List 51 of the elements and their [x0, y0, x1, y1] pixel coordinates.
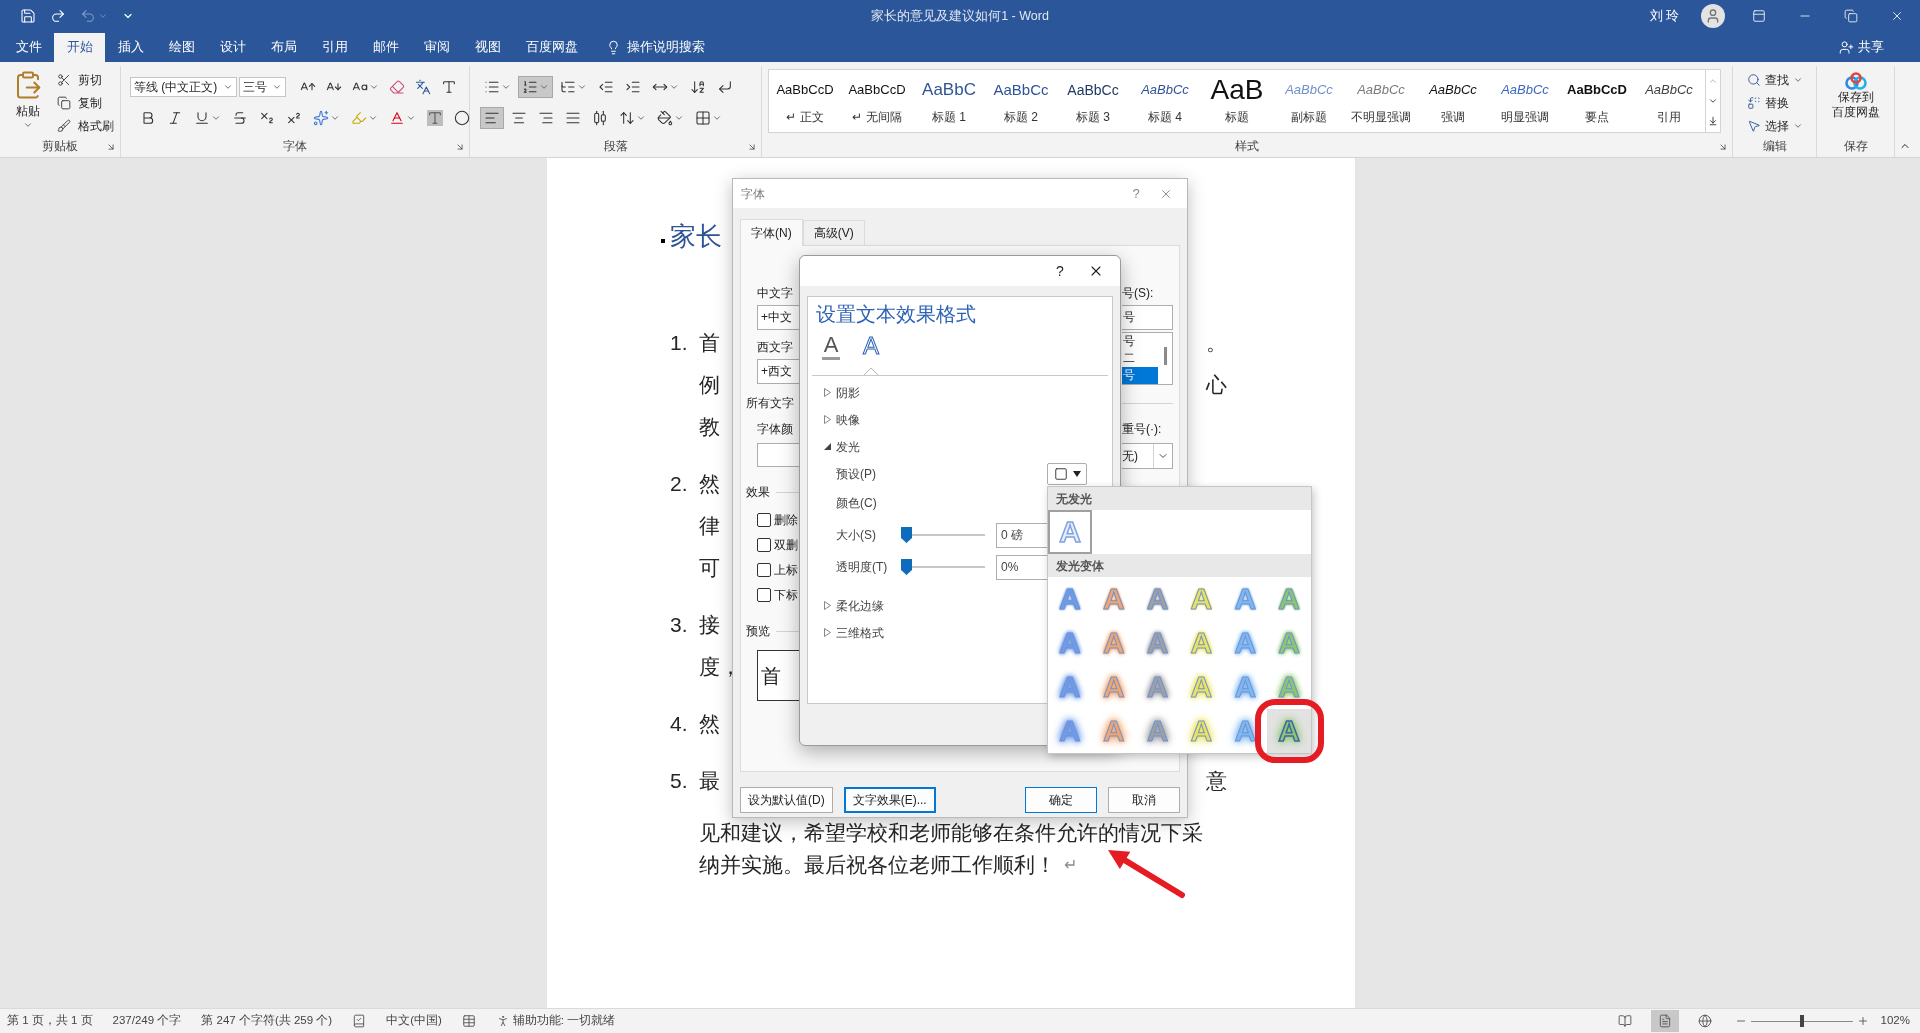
body-text: 。	[1206, 330, 1227, 357]
section-label: 效果	[746, 484, 770, 501]
dialog-title: 字体	[741, 185, 766, 203]
option-label: 预设(P)	[836, 465, 876, 483]
field-label: 号(S):	[1122, 285, 1155, 301]
list-number: 2.	[670, 471, 689, 497]
section-label: 所有文字	[746, 395, 795, 411]
checkbox-label: 上标	[774, 562, 798, 579]
paragraph-mark: ↵	[1064, 855, 1077, 875]
body-text: 度，	[699, 654, 741, 681]
body-text: 然	[699, 711, 720, 738]
list-number: 5.	[670, 768, 689, 794]
option-label: 大小(S)	[836, 527, 877, 544]
group-label: 样式	[1235, 138, 1259, 155]
body-text: 可	[699, 555, 720, 582]
body-text: 然	[699, 471, 720, 498]
gallery-heading: 无发光	[1048, 487, 1311, 510]
body-text: 心	[1206, 372, 1227, 399]
field-label: 字体颜	[757, 421, 794, 437]
section-label: 预览	[746, 623, 770, 640]
body-text: 教	[699, 414, 720, 441]
field-label: 重号(·):	[1122, 421, 1163, 437]
list-number: 4.	[670, 711, 689, 737]
group-label: 保存	[1843, 138, 1868, 155]
option-label: 透明度(T)	[836, 559, 889, 576]
list-number: 1.	[670, 330, 689, 356]
group-label: 字体	[283, 138, 307, 155]
body-text: 纳并实施。最后祝各位老师工作顺利！	[699, 852, 1056, 879]
field-label: 西文字	[757, 339, 794, 355]
option-label: 颜色(C)	[836, 495, 877, 512]
checkbox-label: 删除	[774, 512, 798, 529]
checkbox-label: 双删	[774, 537, 798, 554]
heading-text: 家长	[670, 219, 722, 253]
field-label: 中文字	[757, 285, 794, 301]
preview-text: 首	[761, 663, 781, 689]
body-text: 最	[699, 768, 720, 795]
pane-title: 设置文本效果格式	[815, 302, 977, 327]
body-text: 例	[699, 372, 720, 399]
group-label: 剪贴板	[42, 138, 78, 155]
window-title: 家长的意见及建议如何1 - Word	[871, 7, 1049, 25]
body-text: 首	[699, 330, 720, 357]
user-name: 刘 玲	[1649, 7, 1679, 25]
body-text: 见和建议，希望学校和老师能够在条件允许的情况下采	[699, 820, 1203, 847]
gallery-heading: 发光变体	[1048, 554, 1311, 577]
body-text: 意	[1206, 768, 1227, 795]
body-text: 接	[699, 612, 720, 639]
group-label: 编辑	[1762, 138, 1787, 155]
list-number: 3.	[670, 612, 689, 638]
checkbox-label: 下标	[774, 587, 798, 604]
body-text: 律	[699, 513, 720, 540]
group-label: 段落	[603, 138, 628, 155]
